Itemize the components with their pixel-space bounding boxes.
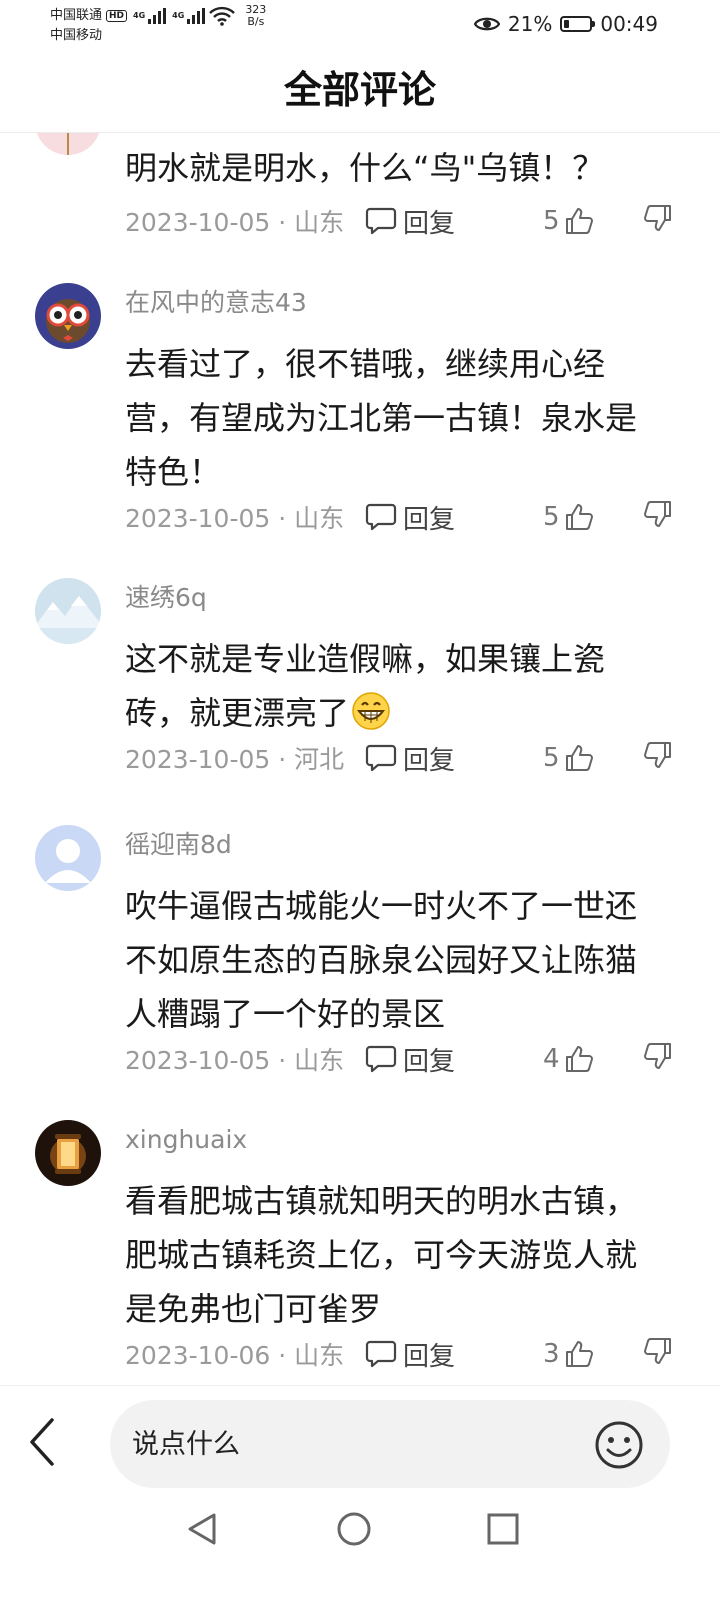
nav-home-icon[interactable] [335, 1510, 373, 1548]
dislike-button[interactable] [643, 740, 673, 776]
username[interactable]: 在风中的意志43 [125, 283, 307, 323]
comment-text: 去看过了，很不错哦，继续用心经营，有望成为江北第一古镇！泉水是特色！ [125, 345, 638, 491]
comment-text: 吹牛逼假古城能火一时火不了一世还不如原生态的百脉泉公园好又让陈猫人糟蹋了一个好的… [125, 887, 638, 1033]
comment-date-location: 2023-10-05 · 山东 [125, 208, 345, 237]
net-speed: 323 B/s [245, 3, 267, 28]
thumbs-down-icon [644, 1043, 671, 1069]
battery-level [564, 20, 570, 28]
thumbs-up-icon [565, 1341, 593, 1367]
comment-text: 看看肥城古镇就知明天的明水古镇，肥城古镇耗资上亿，可今天游览人就是免弗也门可雀罗 [125, 1182, 638, 1328]
like-button[interactable]: 5 [543, 502, 594, 532]
dislike-button[interactable] [643, 1041, 673, 1077]
like-button[interactable]: 5 [543, 743, 594, 773]
comment-meta: 2023-10-05 · 河北 回复 5 [125, 738, 673, 778]
hd-badge: HD [106, 10, 128, 22]
avatar[interactable] [35, 578, 101, 644]
thumbs-down-icon [644, 205, 671, 231]
like-button[interactable]: 4 [543, 1044, 594, 1074]
thumbs-up-icon [565, 745, 593, 771]
like-button[interactable]: 3 [543, 1339, 594, 1369]
avatar[interactable] [35, 283, 101, 349]
reply-button[interactable]: 回复 [365, 1041, 455, 1078]
status-bar: 中国联通 HD 4G 4G 323 B/s 中国移动 21% 00:49 [0, 0, 720, 48]
comment-input-bar [0, 1385, 720, 1496]
avatar[interactable] [35, 133, 101, 155]
carrier-1: 中国联通 [50, 8, 103, 23]
reply-button[interactable]: 回复 [365, 499, 455, 536]
comment-bubble-icon [365, 744, 397, 772]
like-count: 5 [543, 502, 560, 532]
comment-date-location: 2023-10-06 · 山东 [125, 1341, 345, 1370]
comment-text: 明水就是明水，什么“鸟"乌镇！？ [125, 149, 605, 187]
dislike-button[interactable] [643, 203, 673, 239]
back-arrow-icon[interactable] [22, 1416, 62, 1468]
thumbs-down-icon [644, 1338, 671, 1364]
avatar[interactable] [35, 825, 101, 891]
username[interactable]: 速绣6q [125, 578, 207, 618]
comment-list[interactable]: 明水就是明水，什么“鸟"乌镇！？ 2023-10-05 · 山东 回复 5 在风… [0, 133, 720, 1385]
clock: 00:49 [600, 12, 658, 36]
reply-label: 回复 [403, 1046, 456, 1077]
signal-icon-2: 4G [172, 8, 206, 24]
comment-text: 这不就是专业造假嘛，如果镶上瓷砖，就更漂亮了 [125, 640, 606, 732]
signal-icon: 4G [133, 8, 167, 24]
thumbs-down-icon [644, 742, 671, 768]
dislike-button[interactable] [643, 1336, 673, 1372]
thumbs-up-icon [565, 504, 593, 530]
comment-date-location: 2023-10-05 · 河北 [125, 745, 345, 774]
reply-label: 回复 [403, 208, 456, 239]
thumbs-down-icon [644, 501, 671, 527]
like-count: 5 [543, 206, 560, 236]
reply-button[interactable]: 回复 [365, 740, 455, 777]
thumbs-up-icon [565, 208, 593, 234]
comment-meta: 2023-10-05 · 山东 回复 5 [125, 497, 673, 537]
comment-input[interactable] [110, 1400, 670, 1488]
comment-meta: 2023-10-06 · 山东 回复 3 [125, 1334, 673, 1374]
battery-percent: 21% [507, 12, 553, 36]
reply-button[interactable]: 回复 [365, 203, 455, 240]
avatar[interactable] [35, 1120, 101, 1186]
page-title: 全部评论 [283, 68, 436, 112]
comment-bubble-icon [365, 503, 397, 531]
comment-bubble-icon [365, 207, 397, 235]
comment-meta: 2023-10-05 · 山东 回复 4 [125, 1039, 673, 1079]
emoji-icon[interactable] [593, 1419, 645, 1471]
reply-button[interactable]: 回复 [365, 1336, 455, 1373]
username[interactable]: xinghuaix [125, 1120, 247, 1160]
grinning-face-emoji [352, 692, 390, 730]
comment-date-location: 2023-10-05 · 山东 [125, 1046, 345, 1075]
comment-bubble-icon [365, 1340, 397, 1368]
comment-date-location: 2023-10-05 · 山东 [125, 504, 345, 533]
carrier-2: 中国移动 [50, 28, 103, 43]
battery-icon [560, 16, 596, 32]
status-right: 21% 00:49 [473, 12, 658, 36]
reply-label: 回复 [403, 745, 456, 776]
like-count: 5 [543, 743, 560, 773]
nav-back-icon[interactable] [184, 1511, 220, 1547]
status-left: 中国联通 HD 4G 4G 323 B/s 中国移动 [50, 4, 266, 44]
thumbs-up-icon [565, 1046, 593, 1072]
reply-label: 回复 [403, 1341, 456, 1372]
header: 全部评论 [0, 48, 720, 133]
username[interactable]: 徭迎南8d [125, 825, 232, 865]
like-count: 4 [543, 1044, 560, 1074]
like-count: 3 [543, 1339, 560, 1369]
comment-bubble-icon [365, 1045, 397, 1073]
like-button[interactable]: 5 [543, 206, 594, 236]
comment-meta: 2023-10-05 · 山东 回复 5 [125, 201, 673, 241]
nav-recents-icon[interactable] [485, 1511, 521, 1547]
dislike-button[interactable] [643, 499, 673, 535]
eye-icon [473, 17, 500, 31]
system-nav-bar [0, 1495, 720, 1600]
wifi-icon [209, 6, 236, 26]
reply-label: 回复 [403, 504, 456, 535]
